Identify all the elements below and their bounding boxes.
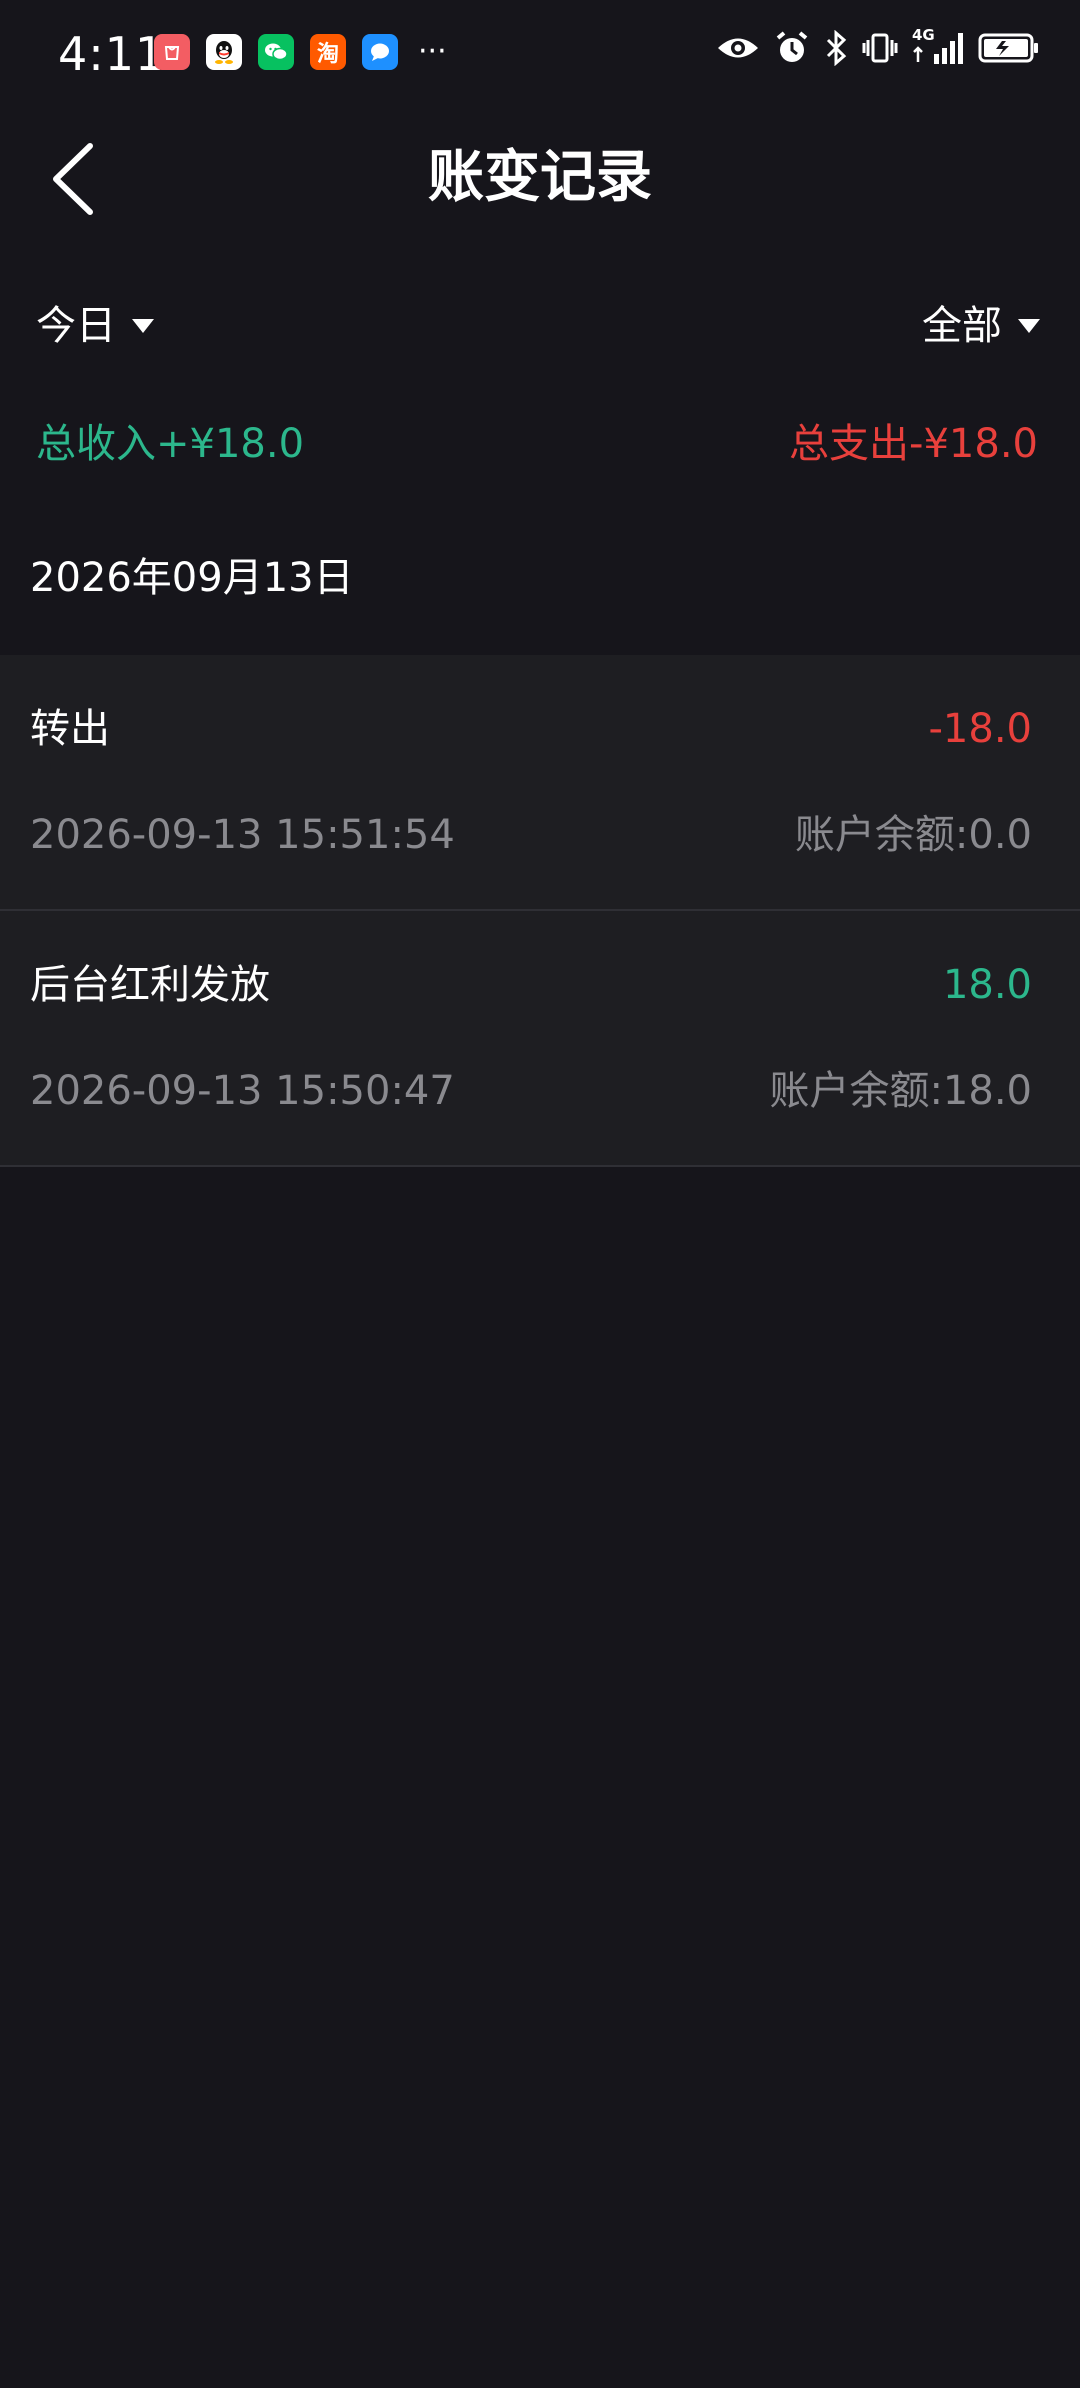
vibrate-icon bbox=[862, 33, 898, 63]
category-filter-label: 全部 bbox=[922, 303, 1002, 349]
transaction-title: 后台红利发放 bbox=[30, 962, 270, 1008]
shopping-app-icon bbox=[154, 34, 190, 70]
total-expense: 总支出-¥18.0 bbox=[789, 421, 1038, 467]
account-balance: 账户余额:18.0 bbox=[769, 1068, 1032, 1114]
transaction-row[interactable]: 转出 -18.0 2026-09-13 15:51:54 账户余额:0.0 bbox=[0, 655, 1080, 911]
battery-icon bbox=[978, 33, 1038, 63]
period-filter-dropdown[interactable]: 今日 bbox=[36, 296, 154, 356]
page-title: 账变记录 bbox=[428, 145, 652, 210]
eye-icon bbox=[718, 38, 758, 58]
category-filter-dropdown[interactable]: 全部 bbox=[922, 296, 1040, 356]
transaction-amount: 18.0 bbox=[942, 962, 1032, 1008]
message-app-icon bbox=[362, 34, 398, 70]
signal-icon: 4G bbox=[912, 26, 964, 66]
transaction-title: 转出 bbox=[30, 706, 110, 752]
bluetooth-icon bbox=[826, 30, 847, 66]
caret-down-icon bbox=[132, 319, 154, 333]
transaction-time: 2026-09-13 15:51:54 bbox=[30, 812, 455, 858]
period-filter-label: 今日 bbox=[36, 303, 116, 349]
more-notifications-indicator: ··· bbox=[418, 34, 447, 69]
notification-icons: 淘 ··· bbox=[154, 34, 447, 70]
transaction-row[interactable]: 后台红利发放 18.0 2026-09-13 15:50:47 账户余额:18.… bbox=[0, 911, 1080, 1167]
account-balance: 账户余额:0.0 bbox=[794, 812, 1032, 858]
total-income: 总收入+¥18.0 bbox=[36, 421, 305, 467]
transaction-time: 2026-09-13 15:50:47 bbox=[30, 1068, 455, 1114]
status-bar: 4:11 淘 ··· 4G bbox=[0, 0, 1080, 108]
taobao-app-icon: 淘 bbox=[310, 34, 346, 70]
qq-app-icon bbox=[206, 34, 242, 70]
alarm-icon bbox=[776, 31, 808, 62]
transaction-amount: -18.0 bbox=[928, 706, 1033, 752]
date-group-header: 2026年09月13日 bbox=[30, 555, 354, 601]
caret-down-icon bbox=[1018, 319, 1040, 333]
status-time: 4:11 bbox=[58, 27, 166, 81]
system-icons: 4G bbox=[716, 26, 1040, 66]
wechat-app-icon bbox=[258, 34, 294, 70]
transaction-list: 转出 -18.0 2026-09-13 15:51:54 账户余额:0.0 后台… bbox=[0, 655, 1080, 1167]
